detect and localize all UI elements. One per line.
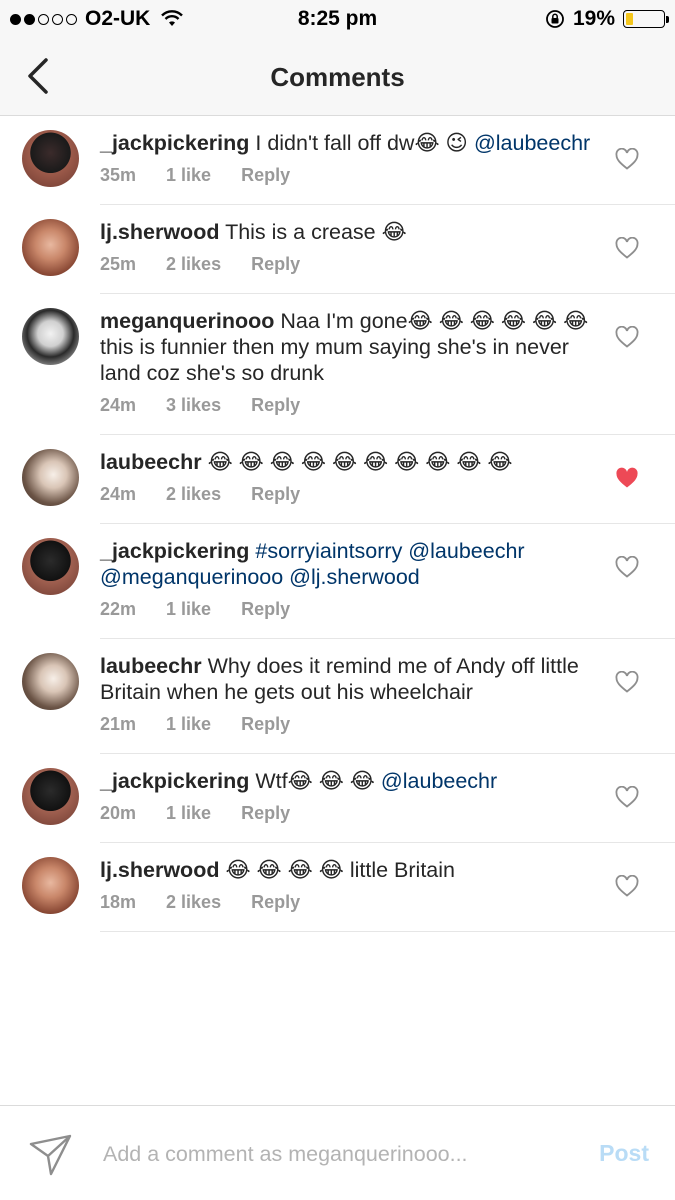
comment-meta: 24m 3 likes Reply — [100, 395, 615, 416]
comment-likes[interactable]: 1 like — [166, 714, 211, 735]
avatar[interactable] — [22, 308, 79, 365]
comment-time: 25m — [100, 254, 137, 274]
comment-username[interactable]: meganquerinooo — [100, 309, 274, 333]
comment-username[interactable]: _jackpickering — [100, 131, 249, 155]
comment-time: 22m — [100, 599, 137, 619]
status-bar: O2-UK 8:25 pm 19% — [0, 0, 675, 38]
comment-likes[interactable]: 3 likes — [166, 395, 221, 416]
comment-body: I didn't fall off dw😂 😉 — [255, 131, 468, 155]
comment-mention[interactable]: @laubeechr — [474, 131, 590, 155]
comment-text: _jackpickering #sorryiaintsorry @laubeec… — [100, 538, 615, 590]
comment-username[interactable]: laubeechr — [100, 450, 202, 474]
heart-icon[interactable] — [615, 148, 639, 170]
rotation-lock-icon — [546, 10, 564, 28]
comment-username[interactable]: _jackpickering — [100, 539, 249, 563]
comment-text: lj.sherwood 😂 😂 😂 😂 little Britain — [100, 857, 615, 883]
post-button[interactable]: Post — [599, 1140, 649, 1167]
comment-row: _jackpickering I didn't fall off dw😂 😉 @… — [22, 116, 675, 205]
comment-row: _jackpickering Wtf😂 😂 😂 @laubeechr 20m 1 l… — [22, 754, 675, 843]
comment-mention[interactable]: @laubeechr — [381, 769, 497, 793]
comment-meta: 18m 2 likes Reply — [100, 892, 615, 913]
comment-text: _jackpickering I didn't fall off dw😂 😉 @… — [100, 130, 615, 156]
battery-level — [626, 13, 633, 25]
heart-icon[interactable] — [615, 671, 639, 693]
heart-filled-icon[interactable] — [615, 467, 639, 489]
comment-text: lj.sherwood This is a crease 😂 — [100, 219, 615, 245]
avatar[interactable] — [22, 653, 79, 710]
comment-likes[interactable]: 2 likes — [166, 254, 221, 275]
comment-likes[interactable]: 1 like — [166, 599, 211, 620]
reply-button[interactable]: Reply — [251, 892, 300, 913]
comment-body: 😂 😂 😂 😂 😂 😂 😂 😂 😂 😂 — [207, 450, 513, 474]
avatar[interactable] — [22, 219, 79, 276]
battery-icon — [623, 10, 669, 28]
comment-likes[interactable]: 2 likes — [166, 892, 221, 913]
status-right: 19% — [545, 7, 669, 31]
comment-time: 35m — [100, 165, 137, 185]
comment-composer: Post — [0, 1105, 675, 1200]
comment-username[interactable]: lj.sherwood — [100, 858, 219, 882]
comment-body: Wtf😂 😂 😂 — [255, 769, 375, 793]
comment-text: laubeechr 😂 😂 😂 😂 😂 😂 😂 😂 😂 😂 — [100, 449, 615, 475]
comment-username[interactable]: _jackpickering — [100, 769, 249, 793]
reply-button[interactable]: Reply — [241, 599, 290, 620]
comment-username[interactable]: lj.sherwood — [100, 220, 219, 244]
heart-icon[interactable] — [615, 237, 639, 259]
avatar[interactable] — [22, 857, 79, 914]
comment-input[interactable] — [103, 1138, 573, 1170]
comment-text: _jackpickering Wtf😂 😂 😂 @laubeechr — [100, 768, 615, 794]
reply-button[interactable]: Reply — [241, 165, 290, 186]
comment-list: _jackpickering I didn't fall off dw😂 😉 @… — [0, 116, 675, 932]
comment-text: laubeechr Why does it remind me of Andy … — [100, 653, 615, 705]
comment-likes[interactable]: 1 like — [166, 165, 211, 186]
avatar[interactable] — [22, 449, 79, 506]
reply-button[interactable]: Reply — [251, 484, 300, 505]
comment-time: 21m — [100, 714, 137, 734]
avatar[interactable] — [22, 768, 79, 825]
comment-meta: 22m 1 like Reply — [100, 599, 615, 620]
reply-button[interactable]: Reply — [251, 395, 300, 416]
battery-percent: 19% — [572, 7, 615, 30]
paper-plane-icon[interactable] — [28, 1132, 74, 1178]
reply-button[interactable]: Reply — [251, 254, 300, 275]
avatar[interactable] — [22, 538, 79, 595]
comment-text: meganquerinooo Naa I'm gone😂 😂 😂 😂 😂 😂 t… — [100, 308, 615, 386]
comment-likes[interactable]: 1 like — [166, 803, 211, 824]
comment-body: 😂 😂 😂 😂 little Britain — [225, 858, 455, 882]
comment-time: 18m — [100, 892, 137, 912]
comment-row: lj.sherwood This is a crease 😂 25m 2 like… — [22, 205, 675, 294]
comment-body: This is a crease 😂 — [225, 220, 407, 244]
page-title: Comments — [270, 62, 405, 92]
comment-meta: 21m 1 like Reply — [100, 714, 615, 735]
comment-meta: 24m 2 likes Reply — [100, 484, 615, 505]
heart-icon[interactable] — [615, 556, 639, 578]
comment-row: laubeechr 😂 😂 😂 😂 😂 😂 😂 😂 😂 😂 24m 2 likes… — [22, 435, 675, 524]
heart-icon[interactable] — [615, 786, 639, 808]
comment-row: meganquerinooo Naa I'm gone😂 😂 😂 😂 😂 😂 t… — [22, 294, 675, 435]
comment-time: 24m — [100, 395, 137, 415]
reply-button[interactable]: Reply — [241, 803, 290, 824]
comment-row: _jackpickering #sorryiaintsorry @laubeec… — [22, 524, 675, 639]
comment-row: laubeechr Why does it remind me of Andy … — [22, 639, 675, 754]
reply-button[interactable]: Reply — [241, 714, 290, 735]
header: Comments — [0, 38, 675, 116]
comment-time: 20m — [100, 803, 137, 823]
comment-time: 24m — [100, 484, 137, 504]
heart-icon[interactable] — [615, 875, 639, 897]
comment-row: lj.sherwood 😂 😂 😂 😂 little Britain 18m 2 … — [22, 843, 675, 932]
comment-username[interactable]: laubeechr — [100, 654, 202, 678]
heart-icon[interactable] — [615, 326, 639, 348]
avatar[interactable] — [22, 130, 79, 187]
comment-meta: 25m 2 likes Reply — [100, 254, 615, 275]
comment-meta: 20m 1 like Reply — [100, 803, 615, 824]
comment-meta: 35m 1 like Reply — [100, 165, 615, 186]
comment-likes[interactable]: 2 likes — [166, 484, 221, 505]
